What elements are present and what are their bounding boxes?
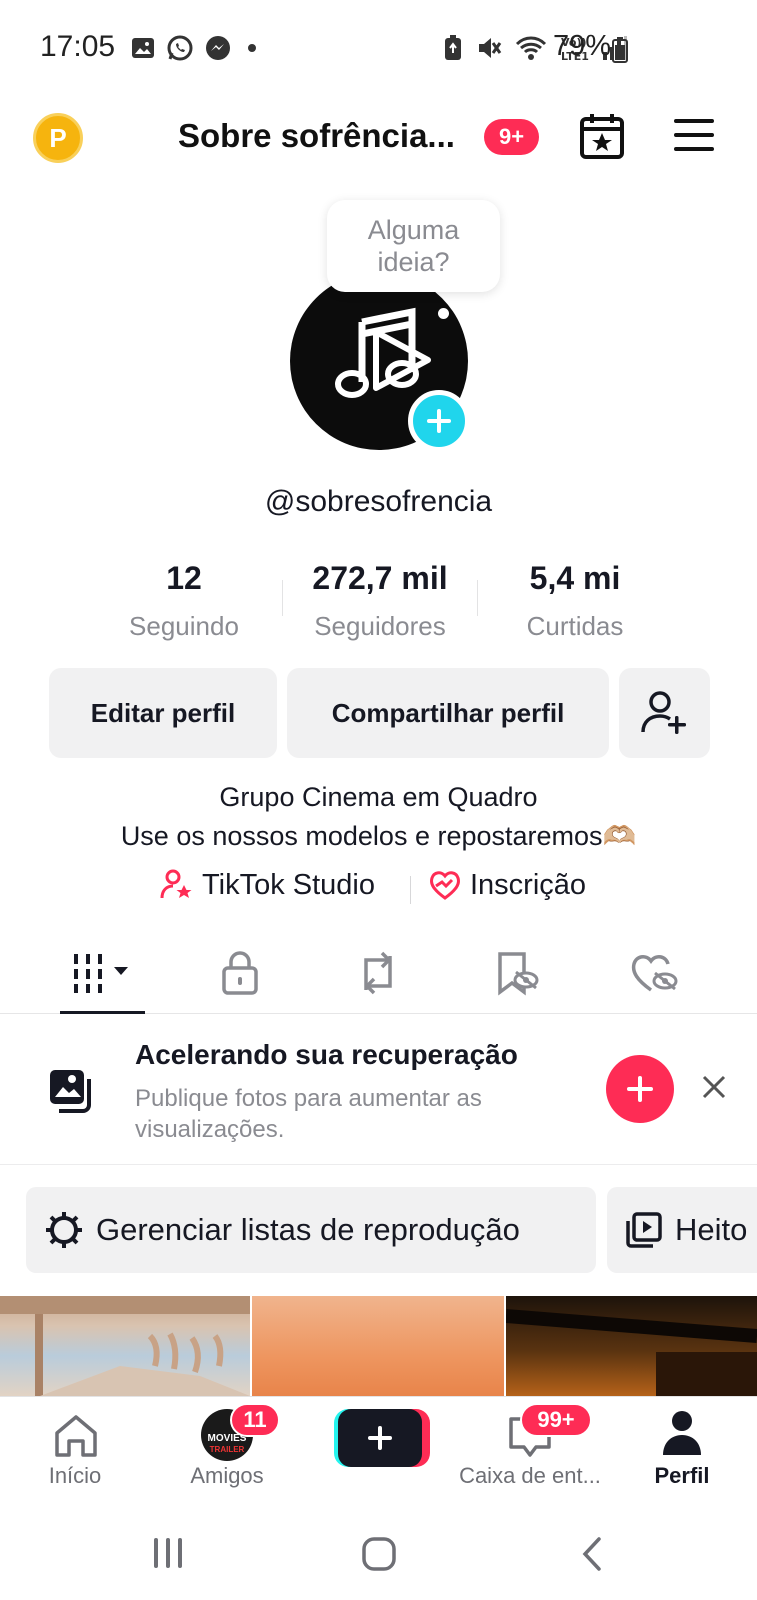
photo-promo-banner: Acelerando sua recuperação Publique foto…	[0, 1015, 757, 1165]
recent-apps-icon[interactable]	[151, 1536, 185, 1570]
manage-playlists-chip[interactable]: Gerenciar listas de reprodução	[26, 1187, 596, 1273]
status-time: 17:05	[40, 30, 116, 63]
lock-icon	[222, 951, 258, 995]
plus-icon	[427, 409, 451, 433]
links-divider	[410, 876, 411, 904]
heart-hidden-icon	[631, 955, 678, 992]
tab-private[interactable]	[180, 940, 300, 1014]
profile-links: TikTok Studio Inscrição	[0, 868, 757, 908]
add-friend-button[interactable]	[619, 668, 710, 758]
stat-likes-value: 5,4 mi	[529, 560, 621, 596]
tiktok-studio-label: TikTok Studio	[202, 868, 375, 901]
video-thumbnail[interactable]	[505, 1296, 757, 1396]
nav-friends-label: Amigos	[190, 1463, 264, 1488]
plus-icon	[627, 1076, 653, 1102]
calendar-star-icon[interactable]	[578, 111, 626, 161]
coin-icon[interactable]: P	[33, 113, 83, 163]
tab-favorites[interactable]	[456, 940, 576, 1014]
inbox-badge: 99+	[520, 1403, 592, 1437]
close-icon[interactable]	[700, 1073, 728, 1101]
content-tabs	[0, 940, 757, 1014]
bottom-navigation: Início MOVIES TRAILER 11 Amigos 99+ Caix…	[0, 1396, 757, 1506]
stat-followers[interactable]: 272,7 mil Seguidores	[280, 560, 480, 642]
stat-followers-label: Seguidores	[314, 611, 446, 641]
profile-handle: @sobresofrencia	[264, 485, 493, 518]
status-bar: 17:05 Vo)) LTE1 79%	[0, 0, 757, 100]
bio-line-1: Grupo Cinema em Quadro	[219, 782, 538, 812]
add-avatar-button[interactable]	[408, 390, 470, 452]
home-icon	[55, 1415, 97, 1457]
idea-bubble[interactable]: Alguma ideia?	[327, 200, 500, 292]
tab-liked[interactable]	[594, 940, 714, 1014]
user-star-icon	[160, 869, 192, 899]
nav-friends[interactable]: MOVIES TRAILER 11 Amigos	[152, 1397, 302, 1497]
create-button[interactable]	[338, 1409, 422, 1467]
share-profile-button[interactable]: Compartilhar perfil	[287, 668, 609, 758]
repost-icon	[364, 951, 392, 995]
idea-bubble-line2: ideia?	[377, 247, 450, 277]
battery-percent: 79%	[553, 30, 612, 62]
system-navigation	[0, 1506, 757, 1600]
active-tab-indicator	[60, 1011, 145, 1014]
stat-likes-label: Curtidas	[526, 611, 624, 641]
video-thumbnail[interactable]	[0, 1296, 250, 1396]
tab-videos[interactable]	[42, 940, 162, 1014]
stat-likes[interactable]: 5,4 mi Curtidas	[475, 560, 675, 642]
battery-saver-icon	[445, 35, 461, 60]
menu-icon[interactable]	[672, 115, 716, 155]
notification-icons	[130, 34, 262, 62]
account-switcher-title[interactable]: Sobre sofrência...	[178, 117, 455, 155]
home-button-icon[interactable]	[361, 1536, 397, 1572]
account-notification-badge: 9+	[484, 119, 539, 155]
friends-avatar-text-2: TRAILER	[209, 1445, 245, 1454]
battery-icon	[612, 37, 628, 63]
add-user-icon	[640, 691, 686, 734]
thumbnail-image	[0, 1296, 250, 1396]
bookmark-hidden-icon	[498, 952, 539, 996]
back-icon[interactable]	[579, 1536, 605, 1572]
stat-following[interactable]: 12 Seguindo	[84, 560, 284, 642]
nav-home-label: Início	[48, 1463, 102, 1488]
subscription-label: Inscrição	[470, 868, 587, 901]
gallery-icon	[132, 38, 154, 58]
playlist-play-icon	[626, 1212, 662, 1248]
video-thumbnail[interactable]	[252, 1296, 504, 1396]
promo-add-button[interactable]	[606, 1055, 674, 1123]
bio-line-2: Use os nossos modelos e repostaremos🫶🏼	[120, 821, 637, 851]
nav-inbox[interactable]: 99+ Caixa de ent...	[455, 1397, 605, 1497]
avatar-decoration-dot	[438, 308, 449, 319]
stat-following-value: 12	[166, 560, 202, 596]
nav-profile-label: Perfil	[654, 1463, 710, 1488]
friends-badge: 11	[230, 1403, 280, 1437]
second-chip[interactable]: Heito	[607, 1187, 757, 1273]
photos-icon	[50, 1070, 91, 1113]
nav-inbox-label: Caixa de ent...	[459, 1463, 601, 1488]
manage-playlists-label: Gerenciar listas de reprodução	[96, 1212, 520, 1247]
plus-icon	[368, 1426, 392, 1450]
gear-icon	[46, 1212, 82, 1248]
tiktok-studio-link[interactable]: TikTok Studio	[160, 868, 375, 902]
nav-profile[interactable]: Perfil	[607, 1397, 757, 1497]
wifi-icon	[515, 36, 547, 60]
promo-title: Acelerando sua recuperação	[135, 1039, 518, 1070]
nav-home[interactable]: Início	[0, 1397, 150, 1497]
profile-header: P Sobre sofrência... 9+	[0, 105, 757, 175]
thumbnail-image	[505, 1309, 757, 1396]
stat-following-label: Seguindo	[129, 611, 239, 641]
more-dot-icon	[248, 44, 256, 52]
subscription-heart-icon	[430, 871, 460, 900]
mute-icon	[479, 38, 502, 58]
profile-icon	[663, 1411, 701, 1455]
tab-reposts[interactable]	[318, 940, 438, 1014]
edit-profile-button[interactable]: Editar perfil	[49, 668, 277, 758]
subscription-link[interactable]: Inscrição	[428, 868, 586, 902]
promo-subtitle: Publique fotos para aumentar as visualiz…	[135, 1085, 482, 1143]
stat-followers-value: 272,7 mil	[312, 560, 448, 596]
second-chip-label: Heito	[675, 1212, 748, 1247]
messenger-icon	[206, 36, 230, 60]
nav-create[interactable]	[304, 1397, 454, 1497]
idea-bubble-line1: Alguma	[367, 215, 460, 245]
whatsapp-icon	[167, 35, 193, 61]
grid-dropdown-icon	[74, 954, 128, 993]
